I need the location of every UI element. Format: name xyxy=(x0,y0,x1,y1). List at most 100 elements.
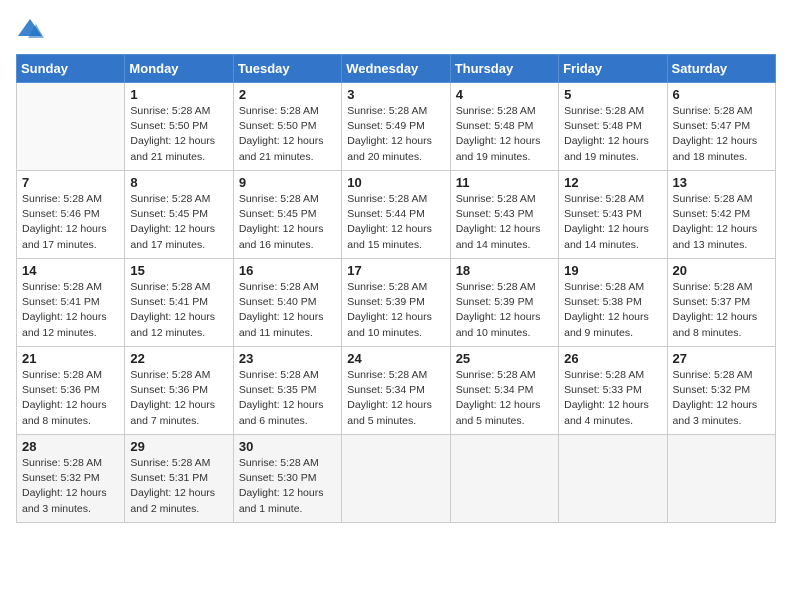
cell-day-number: 7 xyxy=(22,175,119,190)
weekday-header-tuesday: Tuesday xyxy=(233,55,341,83)
calendar-cell: 20Sunrise: 5:28 AM Sunset: 5:37 PM Dayli… xyxy=(667,259,775,347)
calendar-cell: 6 Sunrise: 5:28 AM Sunset: 5:47 PM Daylig… xyxy=(667,83,775,171)
logo-icon xyxy=(16,16,44,44)
cell-day-number: 16 xyxy=(239,263,336,278)
calendar-cell xyxy=(342,435,450,523)
calendar-cell: 13 Sunrise: 5:28 AM Sunset: 5:42 PM Dayli… xyxy=(667,171,775,259)
cell-day-number: 30 xyxy=(239,439,336,454)
cell-info: Sunrise: 5:28 AM Sunset: 5:39 PM Dayligh… xyxy=(456,280,553,341)
cell-day-number: 18 xyxy=(456,263,553,278)
weekday-header-wednesday: Wednesday xyxy=(342,55,450,83)
cell-day-number: 12 xyxy=(564,175,661,190)
weekday-header-row: SundayMondayTuesdayWednesdayThursdayFrid… xyxy=(17,55,776,83)
calendar-week-row: 1 Sunrise: 5:28 AM Sunset: 5:50 PM Daylig… xyxy=(17,83,776,171)
calendar-cell: 15 Sunrise: 5:28 AM Sunset: 5:41 PM Dayli… xyxy=(125,259,233,347)
cell-day-number: 2 xyxy=(239,87,336,102)
calendar-week-row: 21 Sunrise: 5:28 AM Sunset: 5:36 PM Dayli… xyxy=(17,347,776,435)
cell-day-number: 3 xyxy=(347,87,444,102)
weekday-header-saturday: Saturday xyxy=(667,55,775,83)
calendar-cell: 1 Sunrise: 5:28 AM Sunset: 5:50 PM Daylig… xyxy=(125,83,233,171)
cell-day-number: 8 xyxy=(130,175,227,190)
cell-info: Sunrise: 5:28 AM Sunset: 5:32 PM Dayligh… xyxy=(673,368,770,429)
cell-day-number: 1 xyxy=(130,87,227,102)
cell-day-number: 10 xyxy=(347,175,444,190)
cell-day-number: 22 xyxy=(130,351,227,366)
cell-info: Sunrise: 5:28 AM Sunset: 5:34 PM Dayligh… xyxy=(456,368,553,429)
cell-day-number: 11 xyxy=(456,175,553,190)
calendar-cell: 4 Sunrise: 5:28 AM Sunset: 5:48 PM Daylig… xyxy=(450,83,558,171)
cell-day-number: 14 xyxy=(22,263,119,278)
cell-day-number: 9 xyxy=(239,175,336,190)
calendar-cell: 24 Sunrise: 5:28 AM Sunset: 5:34 PM Dayli… xyxy=(342,347,450,435)
cell-info: Sunrise: 5:28 AM Sunset: 5:32 PM Dayligh… xyxy=(22,456,119,517)
calendar-table: SundayMondayTuesdayWednesdayThursdayFrid… xyxy=(16,54,776,523)
cell-info: Sunrise: 5:28 AM Sunset: 5:30 PM Dayligh… xyxy=(239,456,336,517)
calendar-cell: 30 Sunrise: 5:28 AM Sunset: 5:30 PM Dayli… xyxy=(233,435,341,523)
calendar-cell: 18 Sunrise: 5:28 AM Sunset: 5:39 PM Dayli… xyxy=(450,259,558,347)
calendar-cell: 7 Sunrise: 5:28 AM Sunset: 5:46 PM Daylig… xyxy=(17,171,125,259)
cell-info: Sunrise: 5:28 AM Sunset: 5:44 PM Dayligh… xyxy=(347,192,444,253)
calendar-cell: 27 Sunrise: 5:28 AM Sunset: 5:32 PM Dayli… xyxy=(667,347,775,435)
calendar-cell: 19 Sunrise: 5:28 AM Sunset: 5:38 PM Dayli… xyxy=(559,259,667,347)
cell-info: Sunrise: 5:28 AM Sunset: 5:50 PM Dayligh… xyxy=(130,104,227,165)
calendar-cell xyxy=(667,435,775,523)
weekday-header-monday: Monday xyxy=(125,55,233,83)
weekday-header-friday: Friday xyxy=(559,55,667,83)
calendar-cell: 12 Sunrise: 5:28 AM Sunset: 5:43 PM Dayli… xyxy=(559,171,667,259)
cell-day-number: 25 xyxy=(456,351,553,366)
cell-info: Sunrise: 5:28 AM Sunset: 5:39 PM Dayligh… xyxy=(347,280,444,341)
cell-day-number: 21 xyxy=(22,351,119,366)
calendar-cell: 8Sunrise: 5:28 AM Sunset: 5:45 PM Daylig… xyxy=(125,171,233,259)
cell-info: Sunrise: 5:28 AM Sunset: 5:31 PM Dayligh… xyxy=(130,456,227,517)
cell-day-number: 15 xyxy=(130,263,227,278)
cell-day-number: 19 xyxy=(564,263,661,278)
cell-info: Sunrise: 5:28 AM Sunset: 5:45 PM Dayligh… xyxy=(239,192,336,253)
cell-day-number: 27 xyxy=(673,351,770,366)
cell-day-number: 13 xyxy=(673,175,770,190)
cell-info: Sunrise: 5:28 AM Sunset: 5:43 PM Dayligh… xyxy=(456,192,553,253)
logo xyxy=(16,16,48,44)
cell-info: Sunrise: 5:28 AM Sunset: 5:47 PM Dayligh… xyxy=(673,104,770,165)
calendar-cell: 2Sunrise: 5:28 AM Sunset: 5:50 PM Daylig… xyxy=(233,83,341,171)
cell-info: Sunrise: 5:28 AM Sunset: 5:36 PM Dayligh… xyxy=(130,368,227,429)
cell-info: Sunrise: 5:28 AM Sunset: 5:36 PM Dayligh… xyxy=(22,368,119,429)
cell-day-number: 24 xyxy=(347,351,444,366)
calendar-cell: 9 Sunrise: 5:28 AM Sunset: 5:45 PM Daylig… xyxy=(233,171,341,259)
cell-info: Sunrise: 5:28 AM Sunset: 5:42 PM Dayligh… xyxy=(673,192,770,253)
cell-info: Sunrise: 5:28 AM Sunset: 5:48 PM Dayligh… xyxy=(564,104,661,165)
cell-info: Sunrise: 5:28 AM Sunset: 5:41 PM Dayligh… xyxy=(130,280,227,341)
cell-day-number: 17 xyxy=(347,263,444,278)
weekday-header-sunday: Sunday xyxy=(17,55,125,83)
cell-info: Sunrise: 5:28 AM Sunset: 5:49 PM Dayligh… xyxy=(347,104,444,165)
cell-info: Sunrise: 5:28 AM Sunset: 5:48 PM Dayligh… xyxy=(456,104,553,165)
cell-day-number: 29 xyxy=(130,439,227,454)
cell-info: Sunrise: 5:28 AM Sunset: 5:43 PM Dayligh… xyxy=(564,192,661,253)
cell-day-number: 6 xyxy=(673,87,770,102)
cell-info: Sunrise: 5:28 AM Sunset: 5:41 PM Dayligh… xyxy=(22,280,119,341)
calendar-cell xyxy=(450,435,558,523)
calendar-cell: 28 Sunrise: 5:28 AM Sunset: 5:32 PM Dayli… xyxy=(17,435,125,523)
cell-info: Sunrise: 5:28 AM Sunset: 5:35 PM Dayligh… xyxy=(239,368,336,429)
calendar-cell: 3 Sunrise: 5:28 AM Sunset: 5:49 PM Daylig… xyxy=(342,83,450,171)
calendar-cell: 14 Sunrise: 5:28 AM Sunset: 5:41 PM Dayli… xyxy=(17,259,125,347)
calendar-cell: 5 Sunrise: 5:28 AM Sunset: 5:48 PM Daylig… xyxy=(559,83,667,171)
cell-info: Sunrise: 5:28 AM Sunset: 5:46 PM Dayligh… xyxy=(22,192,119,253)
calendar-cell: 29 Sunrise: 5:28 AM Sunset: 5:31 PM Dayli… xyxy=(125,435,233,523)
weekday-header-thursday: Thursday xyxy=(450,55,558,83)
calendar-week-row: 28 Sunrise: 5:28 AM Sunset: 5:32 PM Dayli… xyxy=(17,435,776,523)
cell-info: Sunrise: 5:28 AM Sunset: 5:34 PM Dayligh… xyxy=(347,368,444,429)
calendar-cell: 10 Sunrise: 5:28 AM Sunset: 5:44 PM Dayli… xyxy=(342,171,450,259)
calendar-week-row: 14 Sunrise: 5:28 AM Sunset: 5:41 PM Dayli… xyxy=(17,259,776,347)
cell-info: Sunrise: 5:28 AM Sunset: 5:40 PM Dayligh… xyxy=(239,280,336,341)
cell-info: Sunrise: 5:28 AM Sunset: 5:38 PM Dayligh… xyxy=(564,280,661,341)
calendar-cell: 16 Sunrise: 5:28 AM Sunset: 5:40 PM Dayli… xyxy=(233,259,341,347)
calendar-cell: 26Sunrise: 5:28 AM Sunset: 5:33 PM Dayli… xyxy=(559,347,667,435)
calendar-cell: 11 Sunrise: 5:28 AM Sunset: 5:43 PM Dayli… xyxy=(450,171,558,259)
calendar-week-row: 7 Sunrise: 5:28 AM Sunset: 5:46 PM Daylig… xyxy=(17,171,776,259)
cell-day-number: 5 xyxy=(564,87,661,102)
cell-day-number: 4 xyxy=(456,87,553,102)
calendar-cell: 17 Sunrise: 5:28 AM Sunset: 5:39 PM Dayli… xyxy=(342,259,450,347)
cell-day-number: 28 xyxy=(22,439,119,454)
calendar-cell: 23Sunrise: 5:28 AM Sunset: 5:35 PM Dayli… xyxy=(233,347,341,435)
calendar-cell: 22 Sunrise: 5:28 AM Sunset: 5:36 PM Dayli… xyxy=(125,347,233,435)
